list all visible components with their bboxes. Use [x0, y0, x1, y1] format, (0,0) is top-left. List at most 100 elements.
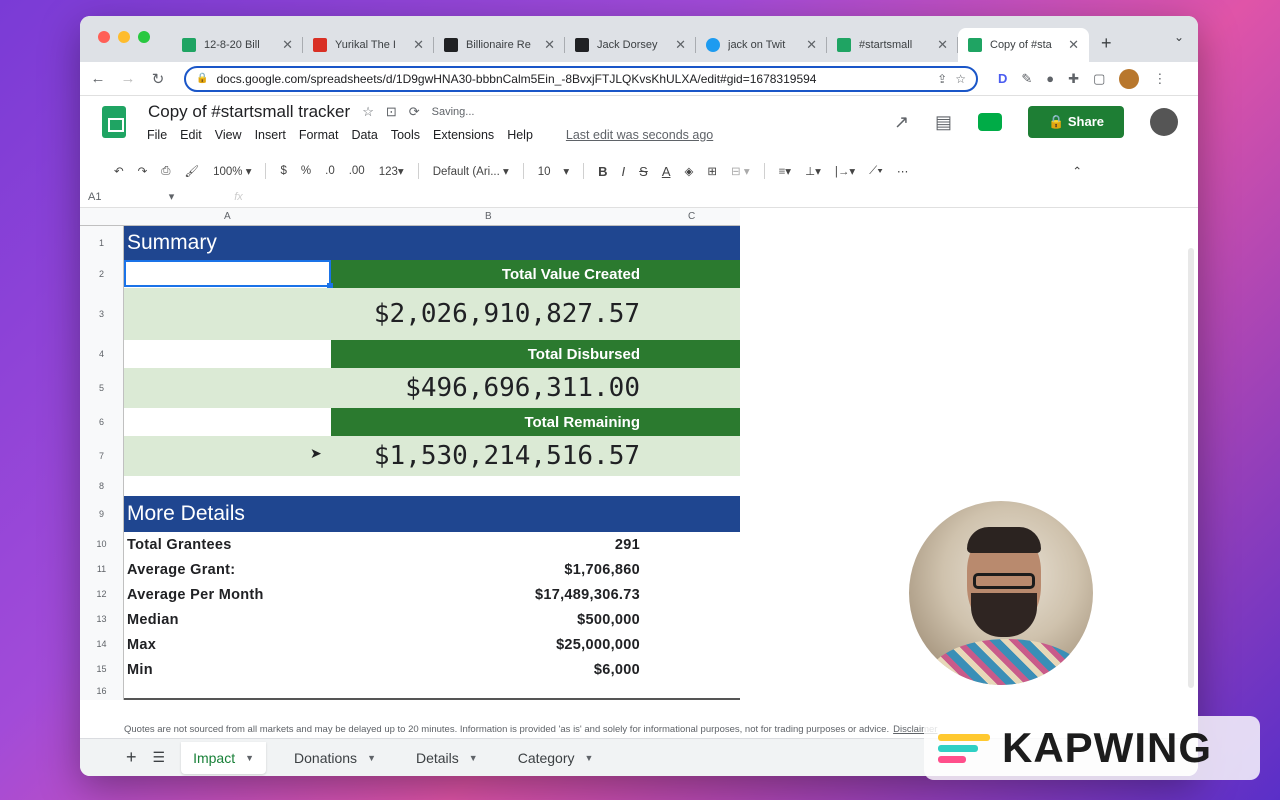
horizontal-align-icon[interactable]: ≡▾ [779, 164, 791, 178]
row-header[interactable]: 2 [80, 260, 124, 288]
total-remaining-cell[interactable]: ➤ $1,530,214,516.57 [124, 436, 740, 476]
column-header-b[interactable]: B [485, 211, 492, 222]
detail-row[interactable]: Median $500,000 [124, 607, 740, 632]
browser-tab[interactable]: jack on Twit ✕ [696, 28, 827, 62]
undo-icon[interactable]: ↶ [114, 164, 124, 178]
tab-search-chevron-icon[interactable]: ⌄ [1174, 30, 1184, 44]
tab-close-icon[interactable]: ✕ [675, 37, 686, 53]
sheet-tab-details[interactable]: Details ▼ [404, 742, 490, 774]
maximize-window-button[interactable] [138, 31, 150, 43]
menu-extensions[interactable]: Extensions [433, 128, 494, 142]
column-header-a[interactable]: A [224, 211, 231, 222]
document-title[interactable]: Copy of #startsmall tracker [148, 102, 350, 122]
url-text[interactable]: docs.google.com/spreadsheets/d/1D9gwHNA3… [216, 72, 929, 86]
decrease-decimal-button[interactable]: .0 [325, 165, 335, 177]
menu-tools[interactable]: Tools [391, 128, 420, 142]
tab-close-icon[interactable]: ✕ [413, 37, 424, 53]
star-icon[interactable]: ☆ [362, 104, 374, 120]
more-options-icon[interactable]: ⋯ [897, 164, 909, 178]
row-header[interactable]: 9 [80, 496, 124, 532]
total-value-label-cell[interactable]: Total Value Created [331, 260, 740, 288]
row-header[interactable]: 5 [80, 368, 124, 408]
increase-decimal-button[interactable]: .00 [349, 165, 365, 177]
italic-icon[interactable]: I [622, 164, 626, 179]
row-header[interactable]: 7 [80, 436, 124, 476]
total-remaining-label-cell[interactable]: Total Remaining [331, 408, 740, 436]
zoom-select[interactable]: 100% ▾ [213, 164, 251, 178]
detail-row[interactable]: Min $6,000 [124, 657, 740, 682]
address-bar[interactable]: 🔒 docs.google.com/spreadsheets/d/1D9gwHN… [184, 65, 978, 92]
chevron-down-icon[interactable]: ▼ [245, 753, 254, 763]
detail-row[interactable]: Total Grantees 291 [124, 532, 740, 557]
menu-insert[interactable]: Insert [255, 128, 286, 142]
puzzle-extensions-icon[interactable]: ✚ [1068, 71, 1079, 87]
menu-help[interactable]: Help [507, 128, 533, 142]
row-header[interactable]: 1 [80, 226, 124, 260]
borders-icon[interactable]: ⊞ [707, 164, 717, 178]
reload-icon[interactable]: ↻ [150, 70, 166, 88]
extension-circle-icon[interactable]: ● [1046, 71, 1054, 86]
row-header[interactable]: 15 [80, 657, 124, 682]
menu-data[interactable]: Data [351, 128, 377, 142]
row-header[interactable]: 8 [80, 476, 124, 496]
chevron-down-icon[interactable]: ▼ [585, 753, 594, 763]
tab-close-icon[interactable]: ✕ [937, 37, 948, 53]
row-header[interactable]: 3 [80, 288, 124, 340]
detail-row[interactable]: Average Grant: $1,706,860 [124, 557, 740, 582]
browser-tab[interactable]: Yurikal The I ✕ [303, 28, 434, 62]
text-rotation-icon[interactable]: ⟋▾ [869, 165, 883, 178]
name-box[interactable]: A1 ▾ [88, 190, 174, 203]
row-header[interactable]: 14 [80, 632, 124, 657]
sidebar-panel-icon[interactable]: ▢ [1093, 71, 1105, 87]
share-page-icon[interactable]: ⇪ [937, 72, 947, 86]
redo-icon[interactable]: ↷ [138, 164, 148, 178]
summary-header-cell[interactable]: Summary [124, 226, 740, 260]
menu-file[interactable]: File [147, 128, 167, 142]
total-disbursed-label-cell[interactable]: Total Disbursed [331, 340, 740, 368]
row-header[interactable]: 4 [80, 340, 124, 368]
bookmark-star-icon[interactable]: ☆ [955, 72, 966, 86]
extension-d-icon[interactable]: D [998, 71, 1007, 86]
sheet-tab-category[interactable]: Category ▼ [506, 742, 606, 774]
extension-feather-icon[interactable]: ✎ [1021, 71, 1032, 87]
trend-chart-icon[interactable]: ↗ [894, 112, 909, 133]
chevron-down-icon[interactable]: ▼ [367, 753, 376, 763]
sheet-tab-donations[interactable]: Donations ▼ [282, 742, 388, 774]
row-header[interactable]: 12 [80, 582, 124, 607]
tab-close-icon[interactable]: ✕ [544, 37, 555, 53]
google-sheets-logo-icon[interactable] [102, 106, 126, 138]
selected-cell-a2[interactable] [124, 260, 333, 289]
browser-tab[interactable]: #startsmall ✕ [827, 28, 958, 62]
percent-format-button[interactable]: % [301, 165, 311, 177]
font-select[interactable]: Default (Ari... ▾ [433, 164, 509, 178]
browser-tab-active[interactable]: Copy of #sta ✕ [958, 28, 1089, 62]
minimize-window-button[interactable] [118, 31, 130, 43]
browser-menu-icon[interactable]: ⋮ [1153, 71, 1166, 87]
font-size-select[interactable]: 10 ▾ [538, 164, 569, 178]
total-disbursed-cell[interactable]: $496,696,311.00 [124, 368, 740, 408]
chevron-down-icon[interactable]: ▼ [469, 753, 478, 763]
user-avatar[interactable] [1150, 108, 1178, 136]
currency-format-button[interactable]: $ [280, 165, 286, 177]
comment-icon[interactable]: ▤ [935, 112, 952, 133]
close-window-button[interactable] [98, 31, 110, 43]
merge-cells-icon[interactable]: ⊟ ▾ [731, 164, 750, 178]
number-format-select[interactable]: 123▾ [379, 164, 404, 178]
back-arrow-icon[interactable]: ← [90, 70, 106, 87]
browser-tab[interactable]: 12-8-20 Bill ✕ [172, 28, 303, 62]
all-sheets-icon[interactable]: ☰ [153, 749, 166, 766]
sheet-tab-impact[interactable]: Impact ▼ [181, 741, 267, 774]
browser-tab[interactable]: Jack Dorsey ✕ [565, 28, 696, 62]
profile-avatar[interactable] [1119, 68, 1140, 89]
more-details-header-cell[interactable]: More Details [124, 496, 740, 532]
vertical-align-icon[interactable]: ⊥▾ [805, 164, 821, 178]
bold-icon[interactable]: B [598, 164, 607, 179]
vertical-scrollbar[interactable] [1188, 248, 1194, 688]
text-wrap-icon[interactable]: |→▾ [835, 164, 855, 178]
tab-close-icon[interactable]: ✕ [1068, 37, 1079, 53]
column-header-c[interactable]: C [688, 211, 695, 222]
meet-video-icon[interactable] [978, 113, 1003, 131]
menu-format[interactable]: Format [299, 128, 339, 142]
paint-format-icon[interactable]: 🖌 [184, 164, 199, 178]
strikethrough-icon[interactable]: S [639, 164, 648, 179]
